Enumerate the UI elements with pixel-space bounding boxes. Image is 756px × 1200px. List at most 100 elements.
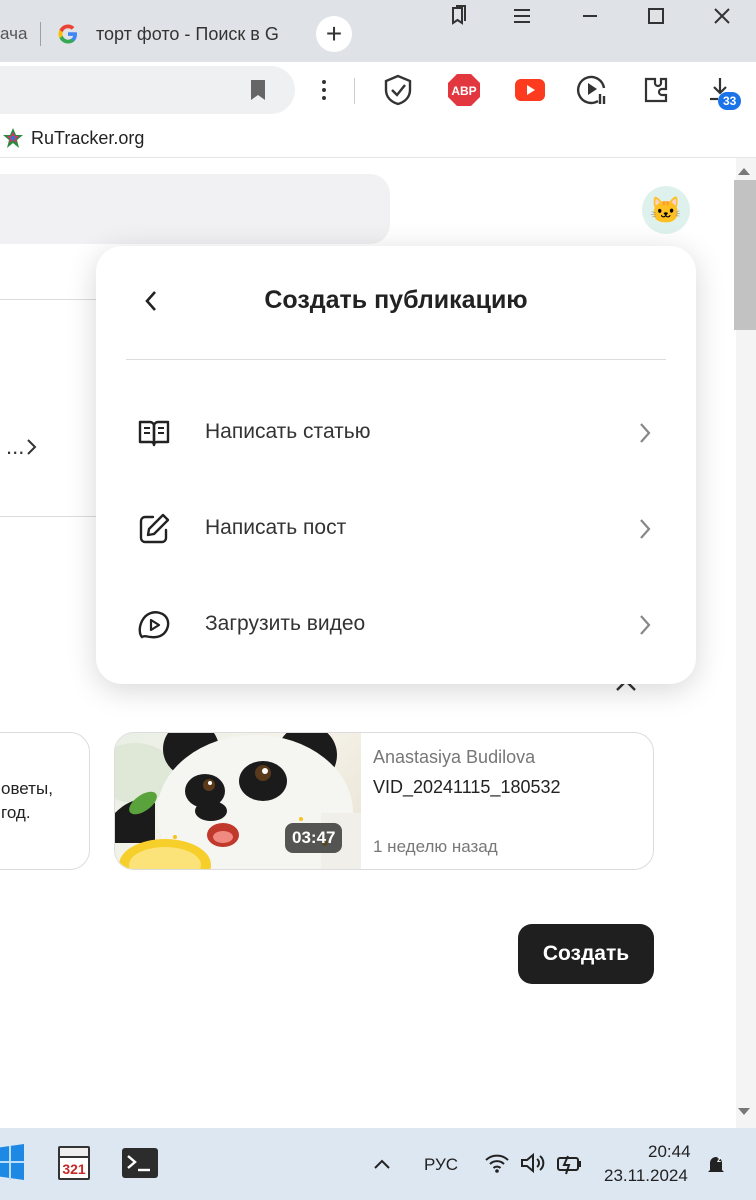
- language-indicator[interactable]: РУС: [424, 1155, 458, 1175]
- extension-video-player[interactable]: [574, 72, 610, 108]
- upload-video-item[interactable]: Загрузить видео: [126, 595, 666, 655]
- extension-shield[interactable]: [380, 72, 416, 108]
- create-publication-dialog: Создать публикацию Написать статью Напис…: [96, 246, 696, 684]
- bookmark-rutracker[interactable]: RuTracker.org: [2, 126, 144, 150]
- terminal-icon: [122, 1148, 158, 1178]
- write-post-item[interactable]: Написать пост: [126, 499, 666, 559]
- minimize-icon: [583, 15, 597, 17]
- wifi-icon: [485, 1154, 509, 1173]
- maximize-icon: [648, 8, 664, 24]
- extension-youtube[interactable]: [512, 72, 548, 108]
- write-article-item[interactable]: Написать статью: [126, 403, 666, 463]
- google-icon: [58, 24, 77, 44]
- windows-defender-icon: [0, 1144, 24, 1180]
- pencil-edit-icon: [139, 513, 170, 544]
- browser-menu-button[interactable]: [502, 2, 542, 30]
- network-button[interactable]: [484, 1152, 510, 1174]
- dialog-divider: [126, 359, 666, 360]
- notifications-button[interactable]: z: [704, 1152, 728, 1176]
- battery-icon: [557, 1155, 581, 1175]
- cat-emoji-icon: 🐱: [649, 194, 683, 225]
- video-timestamp: 1 неделю назад: [373, 837, 498, 856]
- puzzle-icon: [644, 77, 668, 103]
- taskbar-media-player[interactable]: 321: [56, 1144, 92, 1182]
- tab-separator: [40, 22, 41, 46]
- bookmark-icon: [251, 80, 265, 100]
- open-book-icon: [138, 420, 170, 447]
- minimize-button[interactable]: [570, 2, 610, 30]
- hamburger-icon: [514, 9, 530, 23]
- video-duration-badge: 03:47: [285, 823, 343, 853]
- scrollbar-thumb[interactable]: [734, 180, 756, 330]
- chevron-right-icon: [640, 615, 651, 635]
- bookmarks-stack-icon: [452, 5, 466, 25]
- site-search-field[interactable]: [0, 174, 390, 244]
- clock-time[interactable]: 20:44: [648, 1142, 691, 1162]
- svg-text:321: 321: [62, 1161, 86, 1177]
- tab-google-search[interactable]: торт фото - Поиск в G: [46, 14, 304, 54]
- youtube-icon: [515, 79, 545, 101]
- chevron-right-icon: [640, 519, 651, 539]
- bookmark-page-button[interactable]: [248, 78, 268, 107]
- clock-date[interactable]: 23.11.2024: [604, 1166, 688, 1186]
- card-text-line: год.: [1, 803, 31, 822]
- card-text-line: оветы,: [1, 779, 53, 798]
- adblock-plus-icon: ABP: [448, 74, 480, 106]
- more-menu-button[interactable]: [314, 78, 334, 107]
- tab-title: торт фото - Поиск в G: [96, 24, 279, 44]
- toolbar-separator: [354, 78, 355, 104]
- media-player-classic-icon: 321: [58, 1146, 90, 1180]
- svg-text:z: z: [717, 1155, 721, 1164]
- notification-icon: z: [708, 1155, 724, 1172]
- close-window-button[interactable]: [702, 2, 742, 30]
- browser-toolbar: ABP 33: [0, 62, 756, 118]
- maximize-button[interactable]: [636, 2, 676, 30]
- shield-check-icon: [384, 74, 412, 106]
- taskbar-terminal[interactable]: [120, 1146, 160, 1180]
- video-title[interactable]: VID_20241115_180532: [373, 777, 561, 798]
- dialog-title: Создать публикацию: [264, 286, 528, 314]
- rutracker-icon: [3, 128, 23, 148]
- show-hidden-icons-button[interactable]: [372, 1154, 392, 1174]
- divider: [0, 299, 110, 300]
- chevron-right-icon: [27, 439, 37, 455]
- divider: [0, 516, 110, 517]
- scroll-down-arrow-icon[interactable]: [738, 1108, 750, 1115]
- video-player-icon: [577, 75, 606, 105]
- battery-button[interactable]: [556, 1152, 584, 1176]
- taskbar-defender[interactable]: [0, 1144, 30, 1182]
- create-button[interactable]: Создать: [518, 924, 654, 984]
- content-card[interactable]: оветы, год.: [0, 732, 90, 870]
- browser-tab-strip: ача торт фото - Поиск в G +: [0, 0, 756, 62]
- volume-icon: [521, 1152, 545, 1174]
- scroll-up-arrow-icon[interactable]: [738, 168, 750, 175]
- avatar[interactable]: 🐱: [642, 186, 690, 234]
- back-button[interactable]: [136, 286, 166, 316]
- menu-item-label: Написать статью: [205, 420, 371, 443]
- bookmarks-bar: RuTracker.org: [0, 118, 756, 158]
- truncated-text: ...: [6, 434, 25, 459]
- extension-adblock-plus[interactable]: ABP: [446, 72, 482, 108]
- video-author[interactable]: Anastasiya Budilova: [373, 747, 535, 768]
- chevron-right-icon: [640, 423, 651, 443]
- download-count-badge: 33: [718, 92, 742, 110]
- new-tab-button[interactable]: +: [316, 16, 352, 52]
- tab-search-button[interactable]: [438, 2, 478, 30]
- menu-item-label: Написать пост: [205, 516, 347, 539]
- expand-button[interactable]: [26, 438, 38, 461]
- close-icon: [714, 8, 730, 24]
- chevron-up-icon: [374, 1159, 390, 1169]
- video-play-icon: [138, 611, 170, 639]
- chevron-left-icon: [145, 291, 156, 311]
- tab-previous-title: ача: [0, 24, 28, 43]
- menu-item-label: Загрузить видео: [205, 612, 366, 635]
- bookmark-label: RuTracker.org: [31, 127, 145, 148]
- volume-button[interactable]: [520, 1152, 546, 1174]
- plus-icon: +: [325, 18, 343, 49]
- video-thumbnail[interactable]: 03:47: [115, 733, 361, 869]
- extension-puzzle[interactable]: [638, 72, 674, 108]
- video-card[interactable]: 03:47 Anastasiya Budilova VID_20241115_1…: [114, 732, 654, 870]
- vertical-dots-icon: [322, 80, 326, 100]
- windows-taskbar: 321 РУС 20:44 23.11.2024 z: [0, 1128, 756, 1200]
- tab-previous[interactable]: ача: [0, 18, 36, 50]
